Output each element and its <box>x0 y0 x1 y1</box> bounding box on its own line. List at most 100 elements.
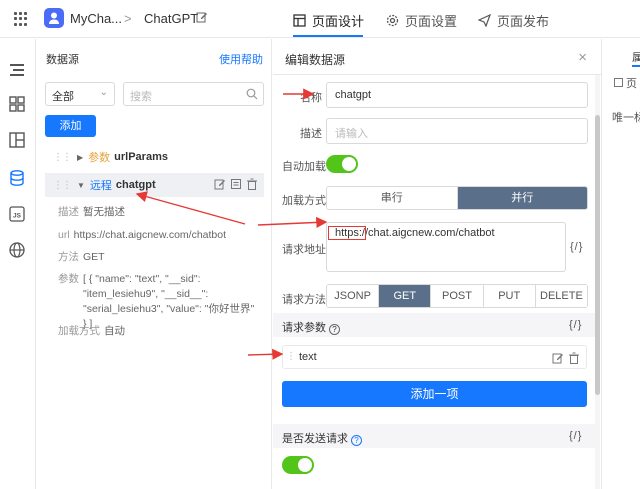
tab-page-settings-label: 页面设置 <box>405 14 458 29</box>
help-link[interactable]: 使用帮助 <box>219 51 263 67</box>
drag-handle-icon[interactable]: ⋮ <box>286 351 296 362</box>
apps-grid-icon[interactable] <box>14 12 28 26</box>
datasource-title: 数据源 <box>46 54 79 66</box>
search-input[interactable]: 搜索 <box>123 82 264 106</box>
active-tab-indicator <box>293 35 363 37</box>
close-icon[interactable]: × <box>578 49 587 66</box>
detail-value: GET <box>83 251 105 263</box>
edit-icon[interactable] <box>196 11 208 26</box>
outline-icon[interactable] <box>8 61 26 79</box>
params-section-title: 请求参数? <box>282 319 340 335</box>
param-row: ⋮ text <box>282 345 587 369</box>
method-delete[interactable]: DELETE <box>535 285 587 307</box>
send-section-header: 是否发送请求? {/} <box>273 424 595 448</box>
detail-key: url <box>58 229 70 241</box>
panel-header: 编辑数据源 × <box>273 39 601 75</box>
copy-icon[interactable] <box>230 178 242 190</box>
page-sub-tab[interactable]: 页 <box>614 75 637 91</box>
detail-description: 描述 暂无描述 <box>58 205 258 220</box>
add-datasource-button[interactable]: 添加 <box>45 115 96 137</box>
type-label: 远程 <box>89 180 112 192</box>
detail-value: https://chat.aigcnew.com/chatbot <box>73 229 227 241</box>
edit-icon[interactable] <box>552 352 564 364</box>
datasource-name: urlParams <box>114 151 168 163</box>
app-name[interactable]: MyCha... <box>70 11 122 26</box>
name-input[interactable]: chatgpt <box>326 82 588 108</box>
collapse-icon[interactable]: ▼ <box>77 181 85 190</box>
load-mode-parallel[interactable]: 并行 <box>457 187 587 209</box>
method-put[interactable]: PUT <box>483 285 536 307</box>
help-icon[interactable]: ? <box>351 435 362 446</box>
help-icon[interactable]: ? <box>329 324 340 335</box>
method-get[interactable]: GET <box>379 285 432 307</box>
chevron-down-icon: ⌄ <box>99 87 108 98</box>
components-icon[interactable] <box>8 95 26 113</box>
filter-select[interactable]: 全部 ⌄ <box>45 82 115 106</box>
edit-icon[interactable] <box>214 178 226 190</box>
layout-icon <box>293 14 306 27</box>
type-label: 参数 <box>88 152 111 164</box>
annotation-highlight-box <box>328 226 366 240</box>
properties-panel: 属 页 唯一标 <box>601 39 640 489</box>
tab-page-design-label: 页面设计 <box>312 14 365 29</box>
detail-value: 暂无描述 <box>83 206 125 218</box>
top-bar: MyCha... > ChatGPT 页面设计 页面设置 页面发布 <box>0 0 640 38</box>
method-label: 请求方法 <box>282 294 326 306</box>
detail-method: 方法 GET <box>58 250 258 265</box>
load-mode-serial[interactable]: 串行 <box>327 187 458 209</box>
send-code-button[interactable]: {/} <box>569 430 582 442</box>
params-section-header: 请求参数? {/} <box>273 313 595 337</box>
datasource-name: chatgpt <box>115 179 156 191</box>
detail-key: 方法 <box>58 251 79 263</box>
tab-page-publish[interactable]: 页面发布 <box>478 11 549 30</box>
js-icon[interactable]: JS <box>8 205 26 223</box>
description-label: 描述 <box>300 128 322 140</box>
detail-value: 自动 <box>104 325 125 337</box>
url-label: 请求地址 <box>282 244 326 256</box>
description-input[interactable]: 请输入 <box>326 118 588 144</box>
drag-handle-icon[interactable]: ⋮⋮ <box>53 152 72 163</box>
expand-icon[interactable]: ▶ <box>77 153 83 162</box>
datasource-item-urlparams[interactable]: ⋮⋮ ▶ 参数 urlParams <box>45 145 264 169</box>
delete-icon[interactable] <box>246 178 258 190</box>
tab-page-design[interactable]: 页面设计 <box>293 11 364 30</box>
send-request-toggle[interactable] <box>282 456 314 474</box>
unique-id-label: 唯一标 <box>612 112 640 124</box>
filter-select-value: 全部 <box>52 91 74 103</box>
scrollbar-thumb[interactable] <box>595 115 600 395</box>
datasource-icon[interactable] <box>8 169 26 187</box>
detail-load-mode: 加载方式 自动 <box>58 324 258 339</box>
layers-icon[interactable] <box>8 131 26 149</box>
drag-handle-icon[interactable]: ⋮⋮ <box>53 180 72 191</box>
gear-icon <box>386 14 399 27</box>
properties-tab[interactable]: 属 <box>632 49 640 65</box>
page-sub-tab-label: 页 <box>626 78 637 90</box>
breadcrumb-separator: > <box>124 11 132 26</box>
params-code-button[interactable]: {/} <box>569 319 582 331</box>
send-icon <box>478 14 491 27</box>
scrollbar[interactable] <box>595 75 600 489</box>
item-actions <box>214 178 258 190</box>
method-jsonp[interactable]: JSONP <box>327 285 380 307</box>
add-item-button[interactable]: 添加一项 <box>282 381 587 407</box>
datasource-panel: 数据源 使用帮助 全部 ⌄ 搜索 添加 ⋮⋮ ▶ 参数 urlParams ⋮⋮… <box>36 39 272 489</box>
detail-params: 参数 [ { "name": "text", "__sid": "item_les… <box>58 272 258 332</box>
page-icon <box>614 78 623 87</box>
param-name[interactable]: text <box>299 351 317 363</box>
autoload-toggle[interactable] <box>326 155 358 173</box>
delete-icon[interactable] <box>568 352 580 364</box>
tab-page-settings[interactable]: 页面设置 <box>386 11 457 30</box>
properties-tab-indicator <box>632 65 640 67</box>
url-code-button[interactable]: {/} <box>570 241 583 253</box>
detail-url: url https://chat.aigcnew.com/chatbot <box>58 228 258 243</box>
method-segment: JSONP GET POST PUT DELETE <box>326 284 588 308</box>
name-label: 名称 <box>300 92 322 104</box>
page-name[interactable]: ChatGPT <box>144 11 198 26</box>
left-nav: JS <box>0 39 36 489</box>
method-post[interactable]: POST <box>431 285 484 307</box>
load-mode-segment: 串行 并行 <box>326 186 588 210</box>
datasource-item-chatgpt[interactable]: ⋮⋮ ▼ 远程 chatgpt <box>45 173 264 197</box>
load-mode-label: 加载方式 <box>282 195 326 207</box>
globe-icon[interactable] <box>8 241 26 259</box>
params-section-label: 请求参数 <box>282 322 326 334</box>
